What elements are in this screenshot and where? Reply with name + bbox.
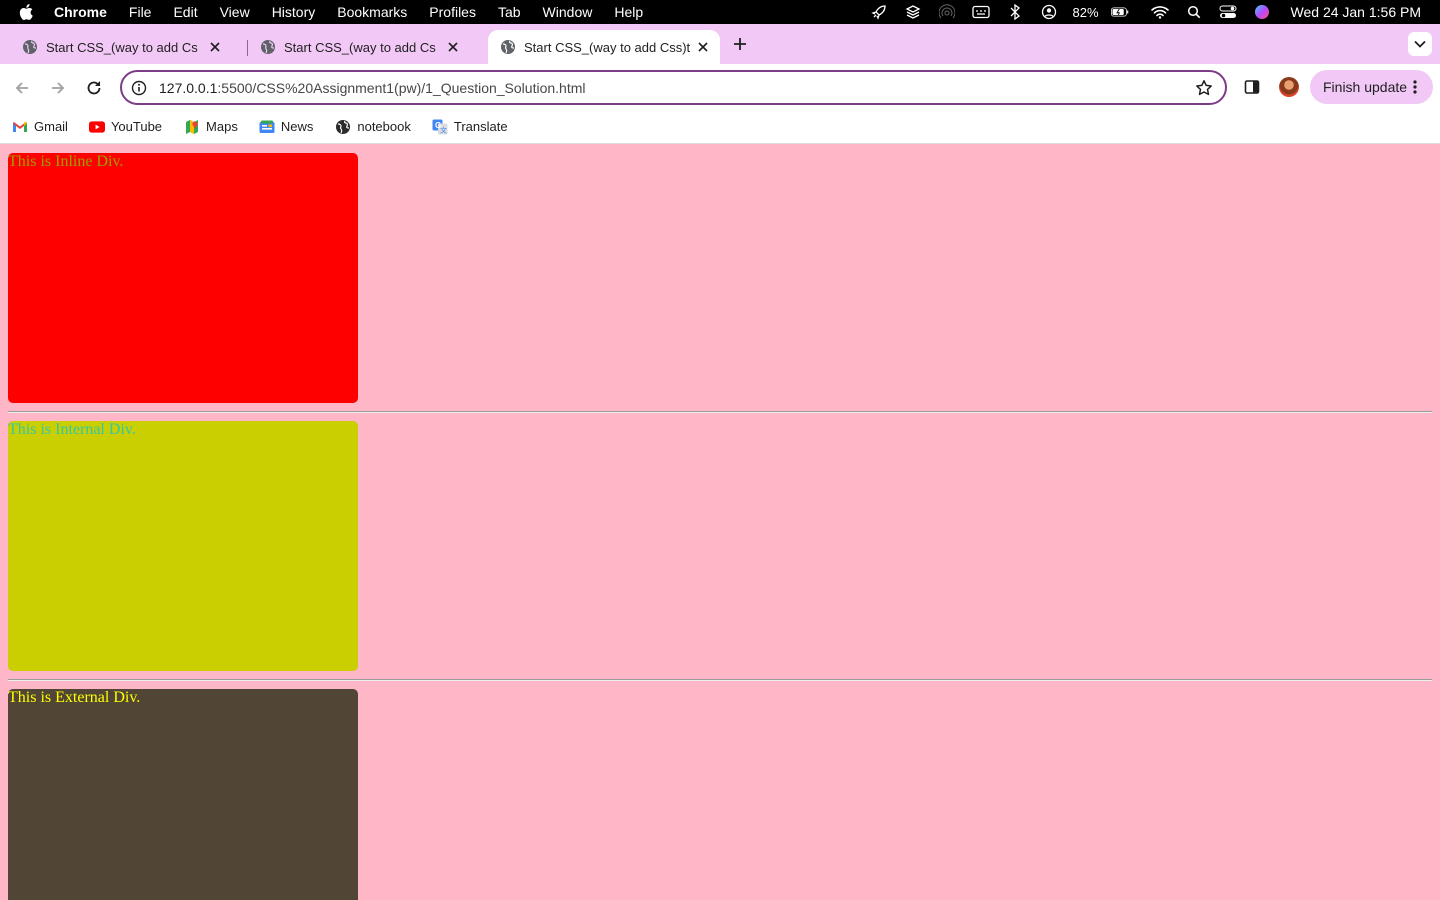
menu-bar-clock[interactable]: Wed 24 Jan 1:56 PM bbox=[1291, 4, 1421, 20]
globe-favicon-icon bbox=[260, 39, 276, 55]
tab-title: Start CSS_(way to add Css)ti bbox=[284, 39, 436, 55]
menu-bookmarks[interactable]: Bookmarks bbox=[337, 4, 407, 20]
tab-title: Start CSS_(way to add Css)ti bbox=[524, 39, 690, 55]
gmail-icon bbox=[12, 119, 28, 135]
close-tab-icon[interactable] bbox=[206, 38, 224, 56]
menu-app-name[interactable]: Chrome bbox=[54, 4, 107, 20]
wifi-icon[interactable] bbox=[1150, 4, 1169, 20]
menu-edit[interactable]: Edit bbox=[173, 4, 197, 20]
new-tab-plus-icon[interactable] bbox=[730, 34, 750, 54]
external-div-box: This is External Div. bbox=[8, 689, 358, 900]
menu-tab[interactable]: Tab bbox=[498, 4, 521, 20]
youtube-icon bbox=[88, 119, 105, 135]
bookmark-youtube[interactable]: YouTube bbox=[88, 114, 163, 140]
globe-favicon-icon bbox=[500, 39, 516, 55]
bookmark-maps[interactable]: Maps bbox=[184, 114, 238, 140]
browser-tab-2[interactable]: Start CSS_(way to add Css)ti bbox=[248, 30, 462, 64]
bookmark-gmail[interactable]: Gmail bbox=[12, 114, 68, 140]
control-center-icon[interactable] bbox=[1219, 4, 1237, 20]
page-viewport: This is Inline Div. This is Internal Div… bbox=[0, 145, 1440, 900]
horizontal-rule bbox=[8, 411, 1432, 413]
site-info-icon[interactable] bbox=[130, 79, 148, 97]
tab-strip: Start CSS_(way to add Css)ti Start CSS_(… bbox=[0, 24, 1440, 64]
globe-favicon-icon bbox=[22, 39, 38, 55]
news-icon bbox=[259, 119, 275, 135]
rocket-icon[interactable] bbox=[870, 4, 888, 20]
profile-avatar[interactable] bbox=[1279, 77, 1299, 97]
spotlight-search-icon[interactable] bbox=[1185, 4, 1203, 20]
browser-tab-3-active[interactable]: Start CSS_(way to add Css)ti bbox=[488, 30, 720, 64]
bookmark-label: Maps bbox=[206, 119, 238, 134]
svg-text:文: 文 bbox=[440, 125, 447, 134]
inline-div-box: This is Inline Div. bbox=[8, 153, 358, 403]
internal-div-text: This is Internal Div. bbox=[8, 421, 136, 438]
maps-icon bbox=[184, 119, 200, 135]
bluetooth-icon[interactable] bbox=[1006, 4, 1024, 20]
finish-update-label: Finish update bbox=[1323, 79, 1408, 95]
menu-profiles[interactable]: Profiles bbox=[429, 4, 476, 20]
url-text[interactable]: 127.0.0.1:5500/CSS%20Assignment1(pw)/1_Q… bbox=[159, 80, 1159, 96]
tab-search-chevron-icon[interactable] bbox=[1408, 32, 1432, 56]
forward-arrow-icon[interactable] bbox=[46, 76, 70, 100]
browser-tab-1[interactable]: Start CSS_(way to add Css)ti bbox=[10, 30, 224, 64]
bookmark-translate[interactable]: G文 Translate bbox=[432, 114, 508, 140]
translate-icon: G文 bbox=[432, 119, 448, 135]
user-account-icon[interactable] bbox=[1040, 4, 1058, 20]
finish-update-button[interactable]: Finish update bbox=[1310, 70, 1433, 104]
close-tab-icon[interactable] bbox=[444, 38, 462, 56]
macos-menu-bar: Chrome File Edit View History Bookmarks … bbox=[0, 0, 1440, 24]
inline-div-text: This is Inline Div. bbox=[8, 153, 124, 170]
tab-title: Start CSS_(way to add Css)ti bbox=[46, 39, 198, 55]
bookmark-notebook[interactable]: notebook bbox=[335, 114, 411, 140]
back-arrow-icon[interactable] bbox=[10, 76, 34, 100]
side-panel-icon[interactable] bbox=[1243, 78, 1261, 96]
battery-icon[interactable] bbox=[1110, 4, 1129, 20]
bookmark-star-icon[interactable] bbox=[1195, 79, 1213, 97]
layers-icon[interactable] bbox=[904, 4, 922, 20]
bookmark-news[interactable]: News bbox=[259, 114, 314, 140]
external-div-text: This is External Div. bbox=[8, 689, 141, 706]
bookmark-label: Translate bbox=[453, 119, 508, 134]
status-area: 82% Wed 24 Jan 1:56 PM bbox=[862, 0, 1440, 24]
airdrop-icon[interactable] bbox=[938, 4, 956, 20]
more-menu-kebab-icon[interactable] bbox=[1407, 79, 1423, 95]
internal-div-box: This is Internal Div. bbox=[8, 421, 358, 671]
url-path: :5500/CSS%20Assignment1(pw)/1_Question_S… bbox=[217, 79, 586, 96]
keyboard-input-icon[interactable] bbox=[972, 4, 991, 20]
close-tab-icon[interactable] bbox=[694, 38, 712, 56]
bookmark-label: notebook bbox=[357, 119, 411, 134]
menu-help[interactable]: Help bbox=[614, 4, 643, 20]
bookmark-label: News bbox=[280, 119, 314, 134]
menu-view[interactable]: View bbox=[220, 4, 250, 20]
bookmark-label: YouTube bbox=[110, 119, 163, 134]
bookmark-label: Gmail bbox=[34, 119, 68, 134]
menu-history[interactable]: History bbox=[272, 4, 316, 20]
menu-file[interactable]: File bbox=[129, 4, 152, 20]
globe-icon bbox=[335, 119, 351, 135]
apple-menu-icon[interactable] bbox=[18, 4, 34, 20]
url-host: 127.0.0.1 bbox=[159, 79, 218, 96]
address-bar[interactable]: 127.0.0.1:5500/CSS%20Assignment1(pw)/1_Q… bbox=[120, 70, 1227, 105]
bookmarks-bar: Gmail YouTube Maps News notebook G文 Tran… bbox=[0, 110, 1440, 144]
siri-icon[interactable] bbox=[1253, 4, 1271, 20]
menu-window[interactable]: Window bbox=[543, 4, 593, 20]
browser-toolbar: 127.0.0.1:5500/CSS%20Assignment1(pw)/1_Q… bbox=[0, 64, 1440, 110]
reload-icon[interactable] bbox=[82, 76, 106, 100]
battery-percent: 82% bbox=[1072, 4, 1099, 20]
horizontal-rule bbox=[8, 679, 1432, 681]
